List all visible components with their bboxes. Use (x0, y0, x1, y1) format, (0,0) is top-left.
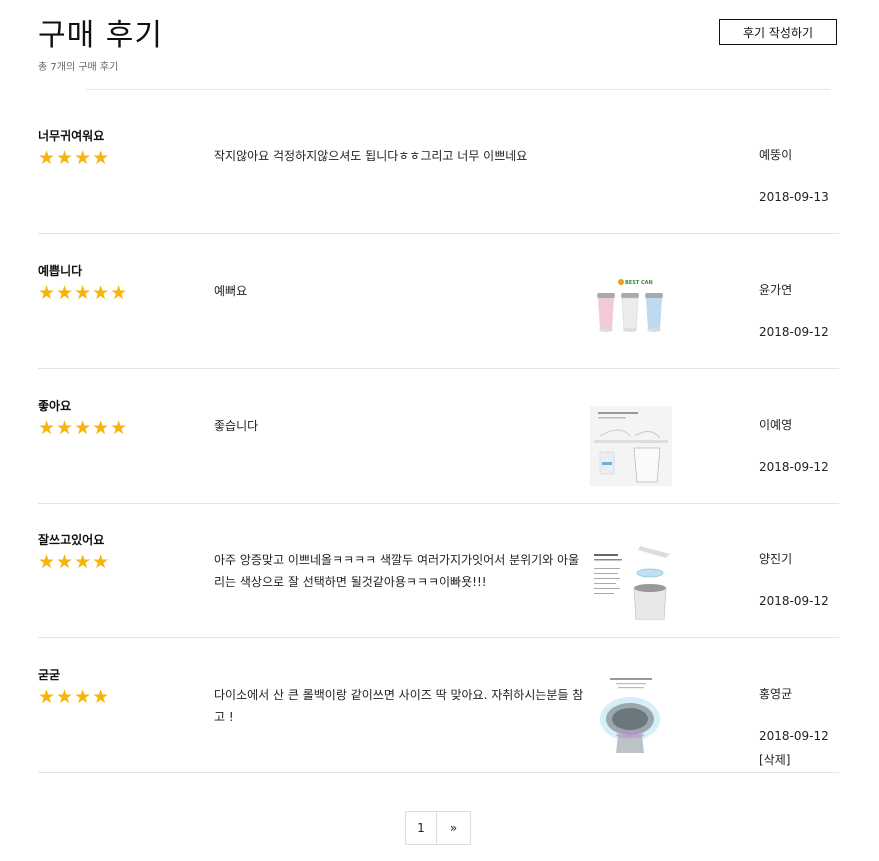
review-item: 굳굳 ★★★★ 다이소에서 산 큰 롤백이랑 같이쓰면 사이즈 딱 맞아요. 자… (38, 638, 839, 773)
review-item: 너무귀여워요 ★★★★ 작지않아요 걱정하지않으셔도 됩니다ㅎㅎ그리고 너무 이… (38, 99, 839, 234)
pagination: 1 » (405, 811, 471, 845)
page-title: 구매 후기 (38, 18, 163, 53)
star-rating: ★★★★★ (38, 417, 129, 439)
review-title[interactable]: 좋아요 (38, 397, 71, 414)
review-date: 2018-09-12 (759, 460, 829, 474)
review-author: 양진기 (759, 552, 793, 566)
review-date: 2018-09-12 (759, 594, 829, 608)
review-author: 홍영균 (759, 687, 793, 701)
review-photo[interactable] (590, 540, 672, 620)
write-review-button[interactable]: 후기 작성하기 (719, 19, 837, 45)
review-title[interactable]: 너무귀여워요 (38, 127, 104, 144)
star-rating: ★★★★ (38, 551, 111, 573)
review-title[interactable]: 굳굳 (38, 666, 60, 683)
review-item: 예쁩니다 ★★★★★ 예뻐요 BEST CAN 윤가연 2018-09-12 (38, 234, 839, 369)
star-rating: ★★★★ (38, 686, 111, 708)
review-author: 이예영 (759, 418, 793, 432)
page-1-button[interactable]: 1 (405, 811, 437, 845)
star-rating: ★★★★★ (38, 282, 129, 304)
review-title[interactable]: 예쁩니다 (38, 262, 82, 279)
star-rating: ★★★★ (38, 147, 111, 169)
review-count: 총 7개의 구매 후기 (38, 62, 119, 73)
review-content: 아주 앙증맞고 이쁘네올ㅋㅋㅋㅋ 색깔두 여러가지가잇어서 분위기와 아울리는 … (214, 553, 580, 589)
review-content: 다이소에서 산 큰 롤백이랑 같이쓰면 사이즈 딱 맞아요. 자취하시는분들 참… (214, 688, 584, 724)
review-date: 2018-09-12 (759, 325, 829, 339)
review-item: 좋아요 ★★★★★ 좋습니다 이예영 2018-09-12 (38, 369, 839, 504)
review-item: 잘쓰고있어요 ★★★★ 아주 앙증맞고 이쁘네올ㅋㅋㅋㅋ 색깔두 여러가지가잇어… (38, 503, 839, 638)
brand-logo-text: BEST CAN (625, 280, 653, 286)
next-page-button[interactable]: » (437, 811, 471, 845)
divider (86, 89, 830, 90)
delete-link[interactable]: [삭제] (759, 751, 790, 768)
review-photo[interactable]: BEST CAN (590, 271, 672, 351)
review-photo[interactable] (590, 406, 672, 486)
review-photo[interactable] (590, 675, 672, 755)
review-content: 작지않아요 걱정하지않으셔도 됩니다ㅎㅎ그리고 너무 이쁘네요 (214, 149, 528, 163)
review-date: 2018-09-12 (759, 729, 829, 743)
review-content: 좋습니다 (214, 419, 259, 433)
review-content: 예뻐요 (214, 284, 248, 298)
review-title[interactable]: 잘쓰고있어요 (38, 531, 104, 548)
review-author: 예뚱이 (759, 148, 793, 162)
review-date: 2018-09-13 (759, 190, 829, 204)
review-author: 윤가연 (759, 283, 793, 297)
